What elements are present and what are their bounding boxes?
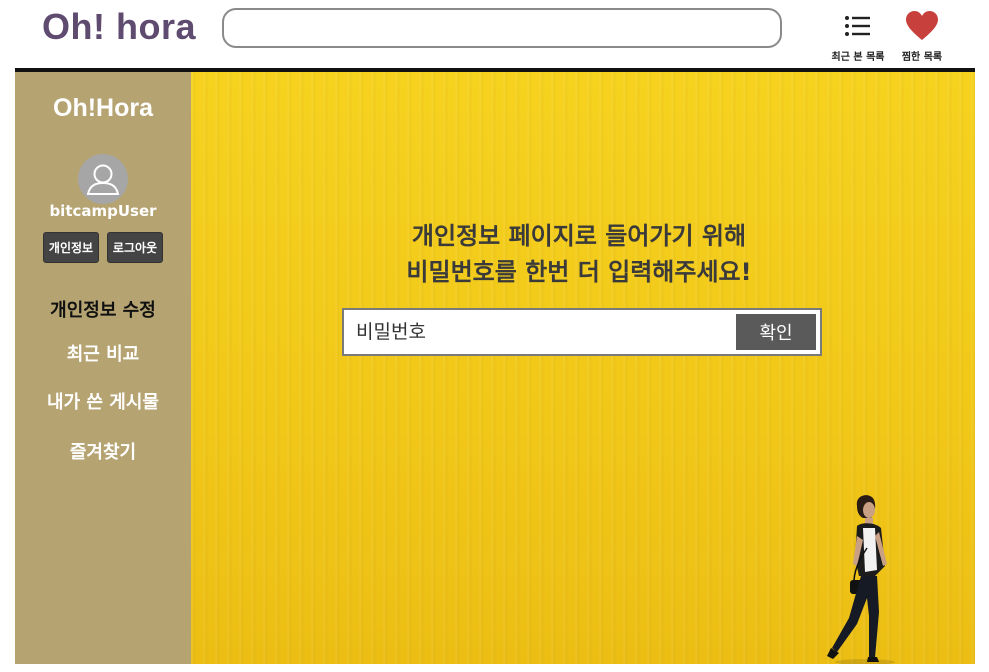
menu-my-posts[interactable]: 내가 쓴 게시물 <box>15 388 191 414</box>
menu-favorites[interactable]: 즐겨찾기 <box>15 438 191 464</box>
recent-viewed-button[interactable]: 최근 본 목록 <box>826 10 890 63</box>
sidebar-brand: Oh!Hora <box>53 94 153 122</box>
sidebar: Oh!Hora bitcampUser 개인정보 로그아웃 개인정보 수정 최근… <box>15 72 191 664</box>
page: Oh! hora 최근 본 목록 찜한 목록 Oh!Hora bitcampUs… <box>0 0 989 672</box>
username: bitcampUser <box>49 202 157 220</box>
wishlist-label: 찜한 목록 <box>901 52 943 63</box>
menu-edit-profile[interactable]: 개인정보 수정 <box>15 296 191 322</box>
menu-recent-compare[interactable]: 최근 비교 <box>15 340 191 366</box>
prompt-line-1: 개인정보 페이지로 들어가기 위해 <box>411 222 747 250</box>
password-form: 확인 <box>342 308 822 356</box>
recent-viewed-label: 최근 본 목록 <box>831 52 885 63</box>
search-input[interactable] <box>222 8 782 48</box>
heart-icon <box>890 10 954 46</box>
prompt-line-2: 비밀번호를 한번 더 입력해주세요! <box>406 258 752 286</box>
user-avatar-icon <box>78 154 128 204</box>
personal-info-button[interactable]: 개인정보 <box>43 232 99 263</box>
main-content: 개인정보 페이지로 들어가기 위해 비밀번호를 한번 더 입력해주세요! 확인 <box>191 72 975 664</box>
wishlist-button[interactable]: 찜한 목록 <box>890 10 954 63</box>
site-logo[interactable]: Oh! hora <box>42 6 196 48</box>
confirm-button[interactable]: 확인 <box>736 314 816 350</box>
password-prompt: 개인정보 페이지로 들어가기 위해 비밀번호를 한번 더 입력해주세요! <box>191 218 967 290</box>
walking-woman-illustration <box>827 495 895 664</box>
password-input[interactable] <box>356 316 726 348</box>
logout-button[interactable]: 로그아웃 <box>107 232 163 263</box>
list-icon <box>826 10 890 46</box>
